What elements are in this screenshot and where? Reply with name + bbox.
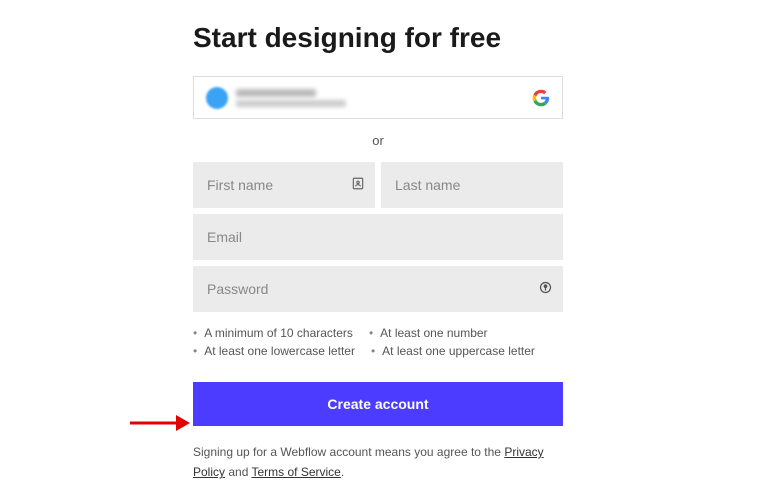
email-field[interactable] — [193, 214, 563, 260]
password-hint: At least one lowercase letter — [193, 344, 355, 358]
first-name-field[interactable] — [193, 162, 375, 208]
page-title: Start designing for free — [193, 22, 563, 54]
terms-of-service-link[interactable]: Terms of Service — [252, 465, 341, 479]
create-account-button[interactable]: Create account — [193, 382, 563, 426]
password-hint: A minimum of 10 characters — [193, 326, 353, 340]
google-account-avatar — [206, 87, 228, 109]
google-signin-button[interactable] — [193, 76, 563, 119]
google-icon — [532, 89, 550, 107]
legal-mid: and — [225, 465, 251, 479]
legal-prefix: Signing up for a Webflow account means y… — [193, 445, 504, 459]
legal-text: Signing up for a Webflow account means y… — [193, 442, 563, 483]
divider-text: or — [193, 133, 563, 148]
legal-suffix: . — [341, 465, 344, 479]
google-account-text — [236, 89, 532, 107]
password-hint: At least one number — [369, 326, 488, 340]
password-requirements: A minimum of 10 characters At least one … — [193, 326, 563, 358]
last-name-field[interactable] — [381, 162, 563, 208]
password-hint: At least one uppercase letter — [371, 344, 535, 358]
annotation-arrow-icon — [128, 411, 190, 435]
password-field[interactable] — [193, 266, 563, 312]
